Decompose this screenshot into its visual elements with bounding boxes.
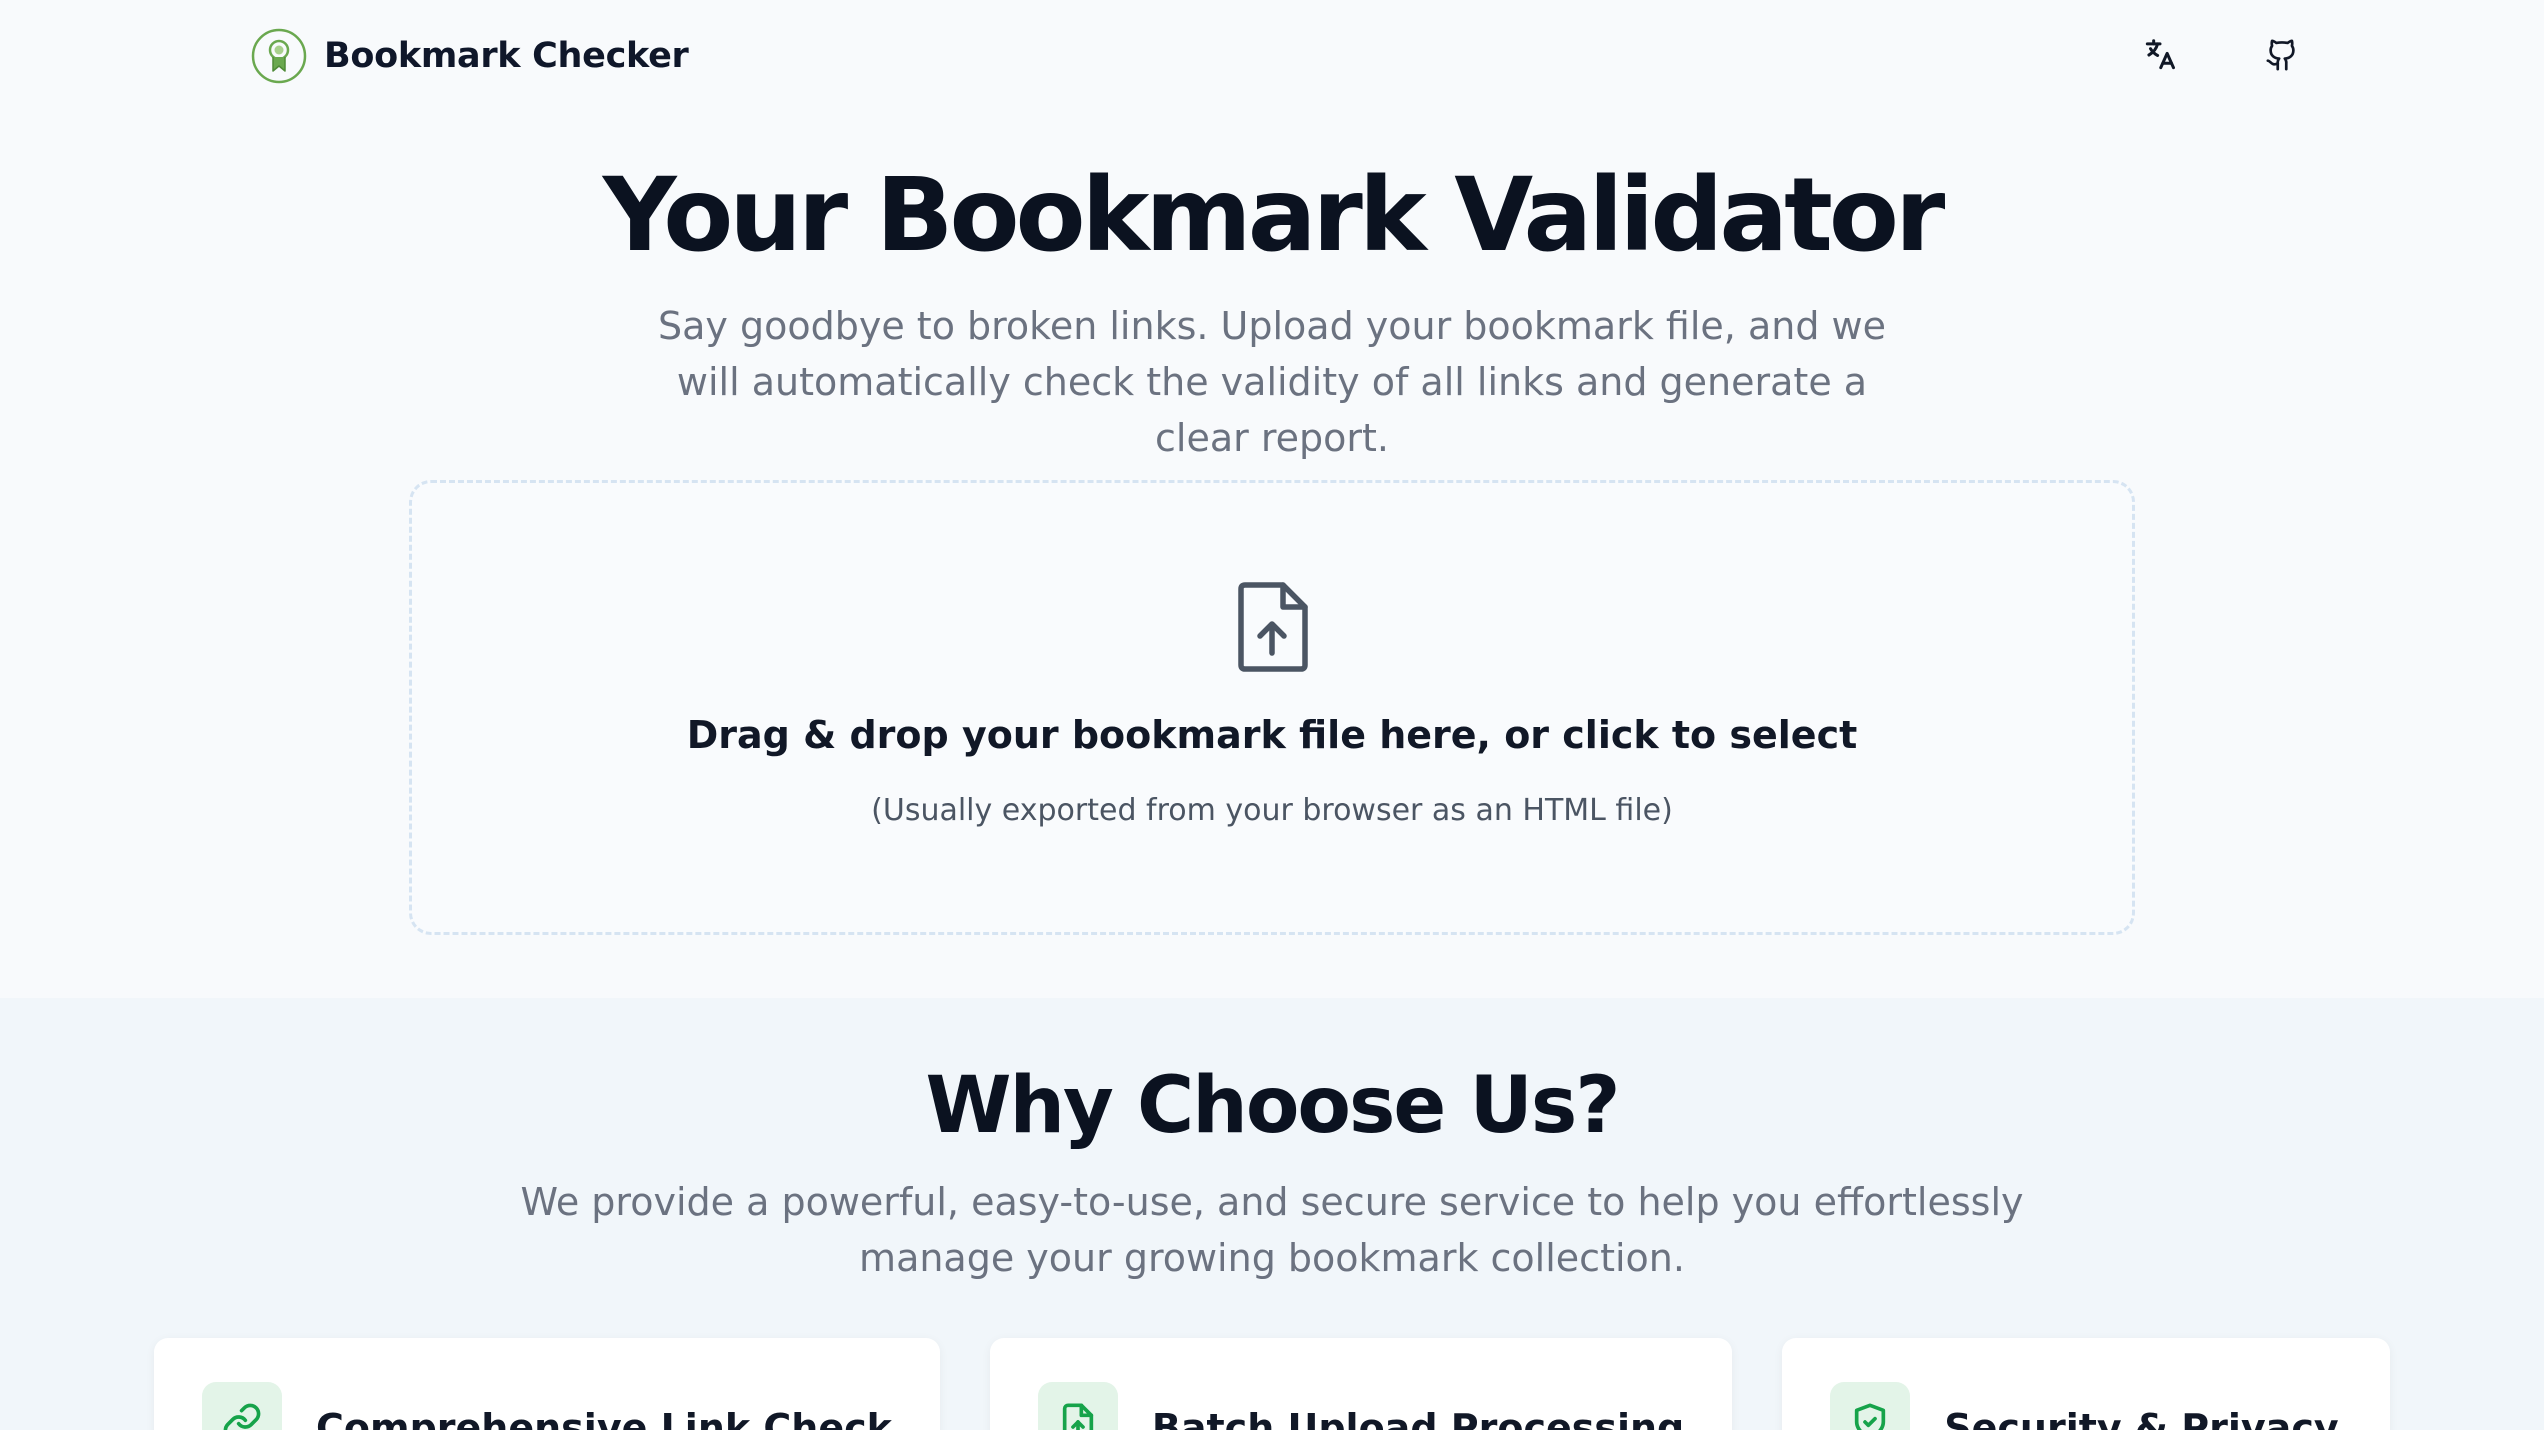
hero-subtitle: Say goodbye to broken links. Upload your… xyxy=(658,304,1886,461)
feature-card-title: Security & Privacy xyxy=(1944,1406,2339,1430)
file-upload-icon xyxy=(1233,581,1311,673)
features-title: Why Choose Us? xyxy=(925,1061,1620,1151)
hero-section: Your Bookmark Validator Say goodbye to b… xyxy=(0,156,2544,466)
header-actions xyxy=(2128,24,2314,88)
feature-card-title: Batch Upload Processing xyxy=(1151,1406,1685,1430)
github-icon xyxy=(2265,38,2299,75)
language-button[interactable] xyxy=(2128,24,2192,88)
feature-card-title: Comprehensive Link Check xyxy=(316,1406,892,1430)
award-ribbon-icon xyxy=(250,27,308,85)
link-icon xyxy=(202,1382,282,1430)
brand-link[interactable]: Bookmark Checker xyxy=(250,27,689,85)
github-button[interactable] xyxy=(2250,24,2314,88)
features-subtitle: We provide a powerful, easy-to-use, and … xyxy=(520,1179,2024,1280)
top-header: Bookmark Checker xyxy=(0,0,2544,112)
feature-card: Batch Upload Processing xyxy=(989,1338,1733,1430)
translate-icon xyxy=(2141,36,2179,77)
page-title: Your Bookmark Validator xyxy=(602,156,1946,275)
dropzone-hint: (Usually exported from your browser as a… xyxy=(871,793,1673,828)
page: Bookmark Checker Your Bookmark Validator… xyxy=(0,0,2544,1430)
feature-cards: Comprehensive Link Check Batch Upload Pr… xyxy=(154,1338,2390,1430)
brand-name: Bookmark Checker xyxy=(324,36,689,76)
feature-card: Security & Privacy xyxy=(1782,1338,2390,1430)
features-section: Why Choose Us? We provide a powerful, ea… xyxy=(0,998,2544,1430)
file-dropzone[interactable]: Drag & drop your bookmark file here, or … xyxy=(409,480,2135,935)
shield-check-icon xyxy=(1830,1382,1911,1430)
feature-card: Comprehensive Link Check xyxy=(154,1338,940,1430)
dropzone-title: Drag & drop your bookmark file here, or … xyxy=(686,713,1858,757)
file-stack-icon xyxy=(1037,1382,1118,1430)
